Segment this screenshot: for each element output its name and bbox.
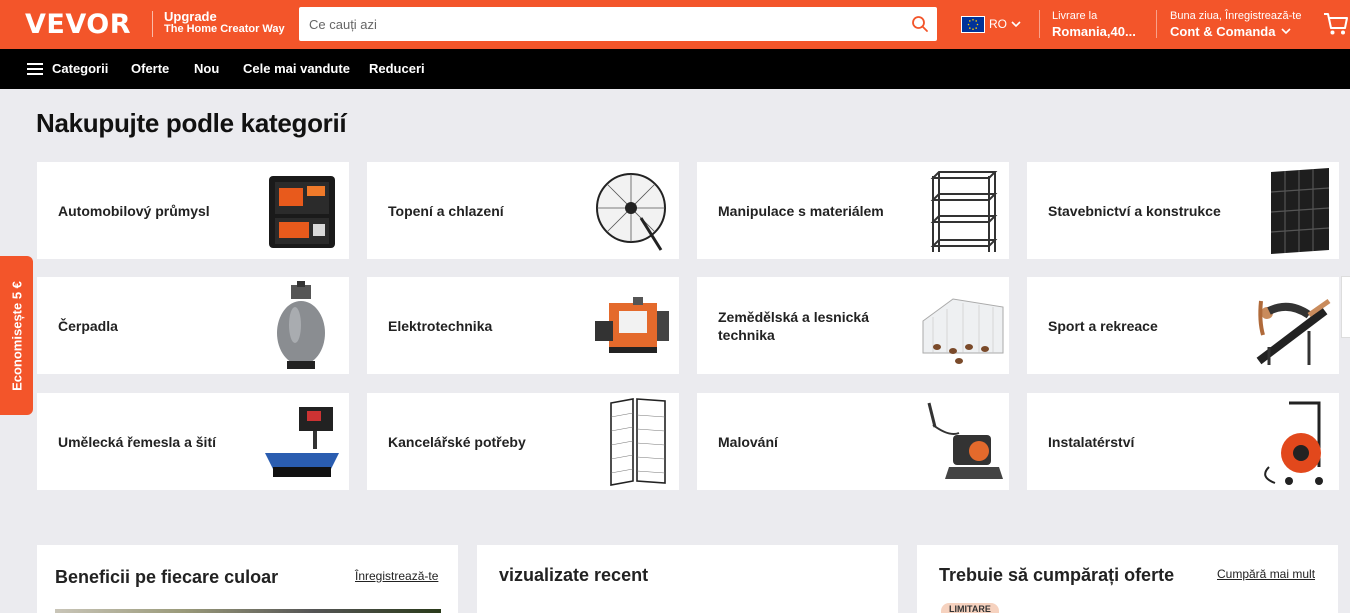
chicken-coop-icon bbox=[922, 298, 1004, 364]
category-label: Čerpadla bbox=[58, 317, 118, 334]
discount-side-tab-label: Economisește 5 € bbox=[9, 280, 24, 391]
benefits-panel: Beneficii pe fiecare culoar Înregistreaz… bbox=[37, 545, 458, 613]
panel-title: Beneficii pe fiecare culoar bbox=[55, 567, 279, 587]
drain-cleaner-icon bbox=[1264, 401, 1323, 485]
chevron-down-icon bbox=[1281, 28, 1292, 35]
category-card[interactable]: Kancelářské potřeby bbox=[367, 393, 679, 490]
cart-icon[interactable] bbox=[1323, 11, 1349, 37]
tagline-line2: The Home Creator Way bbox=[164, 23, 285, 35]
account-label: Cont & Comanda bbox=[1170, 24, 1301, 39]
category-label: Sport a rekreace bbox=[1048, 317, 1158, 334]
category-label: Elektrotechnika bbox=[388, 317, 493, 334]
metal-shelf-icon bbox=[930, 171, 998, 252]
register-link[interactable]: Înregistrează-te bbox=[355, 569, 438, 583]
menu-icon[interactable] bbox=[27, 63, 43, 75]
section-title: Nakupujte podle kategorií bbox=[36, 108, 347, 138]
panel-title: vizualizate recent bbox=[499, 565, 649, 585]
header-divider bbox=[1039, 10, 1040, 38]
search-icon[interactable] bbox=[911, 15, 929, 33]
region-code: RO bbox=[989, 17, 1007, 31]
category-card[interactable]: Stavebnictví a konstrukce bbox=[1027, 162, 1339, 259]
category-label: Manipulace s materiálem bbox=[718, 202, 884, 219]
shop-more-link[interactable]: Cumpără mai mult bbox=[1217, 567, 1315, 581]
chevron-down-icon bbox=[1011, 20, 1021, 27]
search-input[interactable] bbox=[299, 7, 899, 41]
toolkit-case-icon bbox=[269, 176, 335, 248]
delivery-label: Livrare la bbox=[1052, 10, 1098, 22]
nav-cele-mai-vandute[interactable]: Cele mai vandute bbox=[243, 61, 350, 76]
tagline: Upgrade The Home Creator Way bbox=[164, 10, 285, 36]
category-card[interactable]: Sport a rekreace bbox=[1027, 277, 1339, 374]
category-label: Kancelářské potřeby bbox=[388, 433, 526, 450]
heat-press-icon bbox=[265, 407, 339, 477]
account-label-text: Cont & Comanda bbox=[1170, 24, 1276, 39]
nav-oferte[interactable]: Oferte bbox=[131, 61, 169, 76]
deals-panel: Trebuie să cumpărați oferte Cumpără mai … bbox=[917, 545, 1338, 613]
category-label: Stavebnictví a konstrukce bbox=[1048, 202, 1221, 219]
delivery-location[interactable]: Livrare la Romania,40... bbox=[1052, 9, 1136, 39]
floor-tile-icon bbox=[1270, 168, 1330, 254]
category-card[interactable]: Zemědělská a lesnická technika bbox=[697, 277, 1009, 374]
sand-filter-icon bbox=[277, 281, 325, 369]
benefits-banner-image bbox=[55, 609, 441, 613]
vevor-logo[interactable]: VEVOR bbox=[25, 9, 131, 40]
recently-viewed-panel: vizualizate recent bbox=[477, 545, 898, 613]
logo-divider bbox=[152, 11, 153, 37]
header-divider bbox=[1156, 10, 1157, 38]
category-card[interactable]: Umělecká řemesla a šití bbox=[37, 393, 349, 490]
eu-flag-icon bbox=[961, 15, 985, 33]
discount-side-tab[interactable]: Economisește 5 € bbox=[0, 256, 33, 415]
nav-nou[interactable]: Nou bbox=[194, 61, 219, 76]
panel-title: Trebuie să cumpărați oferte bbox=[939, 565, 1175, 585]
top-header: VEVOR Upgrade The Home Creator Way RO Li… bbox=[0, 0, 1350, 49]
category-card[interactable]: Topení a chlazení bbox=[367, 162, 679, 259]
category-label: Malování bbox=[718, 433, 778, 450]
wall-fan-icon bbox=[596, 173, 666, 251]
category-label: Topení a chlazení bbox=[388, 202, 504, 219]
category-card[interactable]: Elektrotechnika bbox=[367, 277, 679, 374]
wire-stripper-icon bbox=[595, 297, 669, 353]
tagline-line1: Upgrade bbox=[164, 9, 217, 24]
category-label: Automobilový průmysl bbox=[58, 202, 210, 219]
category-label: Umělecká řemesla a šití bbox=[58, 433, 216, 450]
right-edge-handle[interactable] bbox=[1341, 276, 1350, 338]
region-selector[interactable]: RO bbox=[961, 15, 1021, 33]
nav-categorii[interactable]: Categorii bbox=[52, 61, 108, 76]
sit-up-bench-icon bbox=[1256, 298, 1331, 365]
delivery-value: Romania,40... bbox=[1052, 24, 1136, 39]
category-card[interactable]: Manipulace s materiálem bbox=[697, 162, 1009, 259]
search-box bbox=[299, 7, 937, 41]
account-menu[interactable]: Buna ziua, Înregistrează-te Cont & Coman… bbox=[1170, 9, 1301, 39]
category-card[interactable]: Instalatérství bbox=[1027, 393, 1339, 490]
limited-badge: LIMITARE bbox=[941, 603, 999, 613]
category-card[interactable]: Automobilový průmysl bbox=[37, 162, 349, 259]
account-greeting: Buna ziua, Înregistrează-te bbox=[1170, 10, 1302, 22]
paint-sprayer-icon bbox=[927, 402, 1003, 479]
main-nav: Categorii Oferte Nou Cele mai vandute Re… bbox=[0, 49, 1350, 89]
category-card[interactable]: Čerpadla bbox=[37, 277, 349, 374]
category-label: Instalatérství bbox=[1048, 433, 1135, 450]
category-label: Zemědělská a lesnická technika bbox=[718, 308, 869, 343]
category-card[interactable]: Malování bbox=[697, 393, 1009, 490]
nav-reduceri[interactable]: Reduceri bbox=[369, 61, 425, 76]
grid-panel-icon bbox=[610, 398, 666, 486]
